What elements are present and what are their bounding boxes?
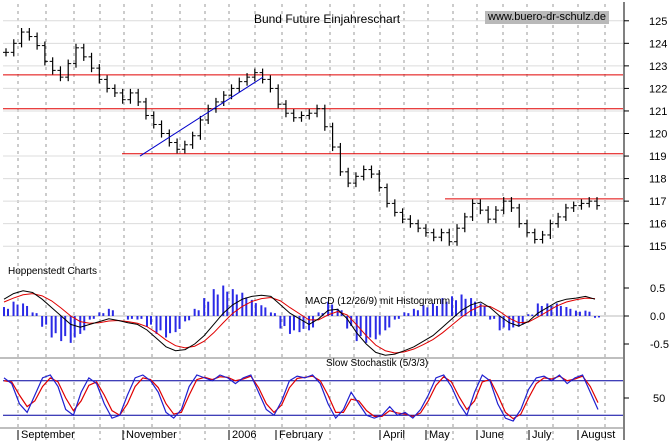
price-tick-label: 118 bbox=[649, 174, 667, 186]
x-tick-label: 2006 bbox=[232, 429, 256, 441]
price-tick-label: 121 bbox=[649, 106, 667, 118]
x-tick-label: May bbox=[429, 429, 450, 441]
stochastic-panel bbox=[3, 374, 623, 422]
chart-svg: 115 116 117 118 119 120 121 122 123 124 125 0.5 0.0 -… bbox=[0, 2, 669, 441]
trend-line bbox=[139, 76, 264, 157]
price-tick-label: 116 bbox=[649, 219, 667, 231]
x-tick-label: August bbox=[581, 429, 615, 441]
chart-title: Bund Future Einjahreschart bbox=[254, 12, 401, 26]
macd-label: MACD (12/26/9) mit Histogramm bbox=[305, 296, 450, 307]
x-tick-label: April bbox=[383, 429, 405, 441]
x-tick-label: November bbox=[126, 429, 177, 441]
source-label: Hoppenstedt Charts bbox=[8, 266, 97, 277]
x-tick-label: September bbox=[21, 429, 75, 441]
x-tick-label: June bbox=[480, 429, 504, 441]
x-tick-label: February bbox=[279, 429, 324, 441]
stochastic-label: Slow Stochastik (5/3/3) bbox=[326, 358, 428, 369]
stoch-d-line bbox=[3, 375, 599, 420]
price-panel bbox=[3, 27, 623, 246]
stoch-k-line bbox=[3, 374, 599, 422]
price-tick-label: 115 bbox=[649, 241, 667, 253]
price-tick-label: 122 bbox=[649, 83, 667, 95]
macd-tick-label: 0.5 bbox=[650, 283, 665, 295]
stoch-tick-label: 50 bbox=[653, 393, 665, 405]
price-tick-label: 123 bbox=[649, 61, 667, 73]
x-tick-label: July bbox=[532, 429, 552, 441]
watermark: www.buero-dr-schulz.de bbox=[485, 11, 609, 24]
price-tick-label: 120 bbox=[649, 129, 667, 141]
price-tick-label: 124 bbox=[649, 38, 667, 50]
chart-stage: 115 116 117 118 119 120 121 122 123 124 125 0.5 0.0 -… bbox=[0, 0, 672, 441]
price-tick-label: 125 bbox=[649, 16, 667, 28]
price-tick-label: 119 bbox=[649, 151, 667, 163]
price-tick-label: 117 bbox=[649, 196, 667, 208]
macd-tick-label: -0.5 bbox=[650, 339, 669, 351]
macd-tick-label: 0.0 bbox=[650, 311, 665, 323]
